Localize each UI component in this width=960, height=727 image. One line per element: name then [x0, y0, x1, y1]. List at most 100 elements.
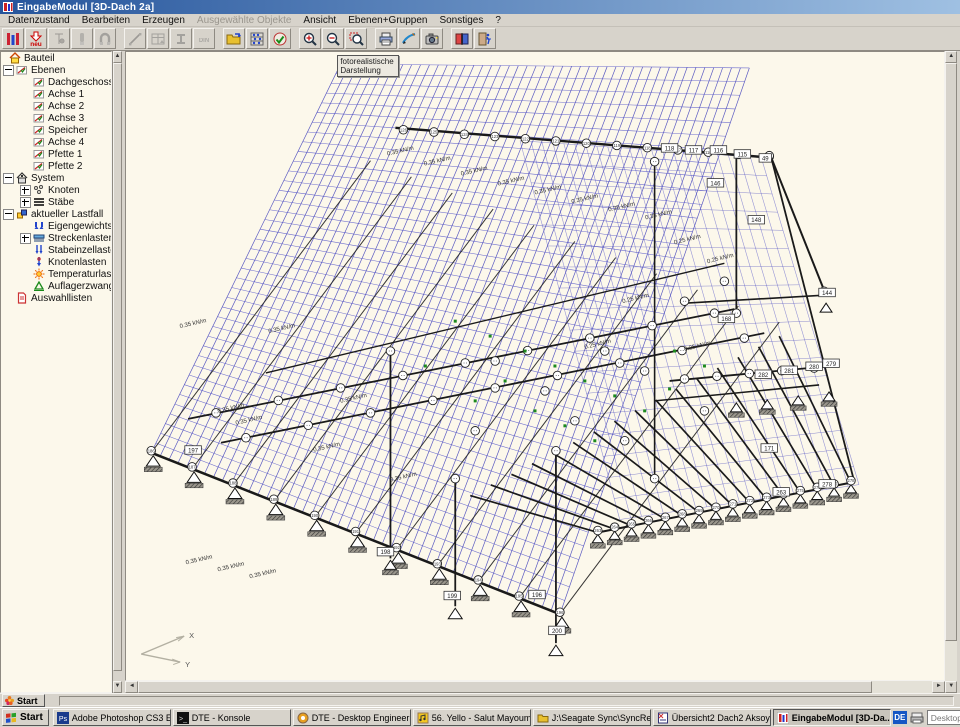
- taskbar-task-doc[interactable]: Übersicht2 Dach2 Aksoy ...: [653, 709, 771, 726]
- menu-sonstiges[interactable]: Sonstiges: [433, 15, 489, 26]
- taskbar-task-dte[interactable]: DTE - Desktop Engineeri...: [293, 709, 411, 726]
- fangen-button[interactable]: [94, 28, 116, 49]
- canvas-hscrollbar[interactable]: ◄ ►: [125, 681, 945, 693]
- svg-text:187: 187: [189, 464, 197, 469]
- canvas-scroll-left[interactable]: ◄: [125, 681, 138, 693]
- windows-logo-icon: [5, 712, 17, 724]
- tree-item-knoten[interactable]: Knoten: [1, 184, 111, 196]
- beenden-button[interactable]: [474, 28, 496, 49]
- tree-expander[interactable]: [20, 197, 31, 208]
- taskbar-task-folder[interactable]: J:\Seagate Sync\SyncRe...: [533, 709, 651, 726]
- tree-item-dachgeschoss[interactable]: Dachgeschoss: [1, 76, 111, 88]
- svg-text:126: 126: [400, 127, 408, 132]
- datenzustand-button[interactable]: [2, 28, 24, 49]
- projekt-oeffnen-button[interactable]: [223, 28, 245, 49]
- tree-item-label: Pfette 2: [48, 161, 82, 172]
- taskbar: Start PsAdobe Photoshop CS3 E...>_DTE - …: [0, 707, 960, 727]
- tree-item-temperaturlasten[interactable]: Temperaturlasten: [1, 268, 111, 280]
- menu-erzeugen[interactable]: Erzeugen: [136, 15, 191, 26]
- language-indicator[interactable]: DE: [893, 711, 907, 724]
- printer-tray-icon[interactable]: [910, 712, 924, 724]
- tree-item-speicher[interactable]: Speicher: [1, 124, 111, 136]
- tree-item-auswahllisten[interactable]: Auswahllisten: [1, 292, 111, 304]
- zoom-out-button[interactable]: [322, 28, 344, 49]
- canvas-scroll-down[interactable]: ▼: [945, 681, 957, 693]
- svg-text:146: 146: [711, 181, 722, 187]
- foto-button[interactable]: [421, 28, 443, 49]
- svg-text:0.35 kN/m: 0.35 kN/m: [217, 561, 245, 573]
- canvas-scroll-right[interactable]: ►: [932, 681, 945, 693]
- taskbar-task-ps[interactable]: PsAdobe Photoshop CS3 E...: [53, 709, 171, 726]
- tree-item-aktueller-lastfall[interactable]: aktueller Lastfall: [1, 208, 111, 220]
- knotenlast-icon: [33, 256, 45, 268]
- svg-text:0.25 kN/m: 0.25 kN/m: [674, 234, 702, 246]
- tree-item-system[interactable]: System: [1, 172, 111, 184]
- taskbar-task-note[interactable]: 56. Yello - Salut Mayoum...: [413, 709, 531, 726]
- tree-item-ebenen[interactable]: Ebenen: [1, 64, 111, 76]
- secondary-start-button[interactable]: Start: [2, 694, 45, 707]
- canvas-hscroll-thumb[interactable]: [138, 681, 872, 693]
- svg-text:120: 120: [583, 141, 591, 146]
- tree-item-achse-2[interactable]: Achse 2: [1, 100, 111, 112]
- menu-bearbeiten[interactable]: Bearbeiten: [76, 15, 136, 26]
- drucken-button[interactable]: [375, 28, 397, 49]
- tree-item-achse-4[interactable]: Achse 4: [1, 136, 111, 148]
- layer-icon: [16, 64, 28, 76]
- tree-item-knotenlasten[interactable]: Knotenlasten: [1, 256, 111, 268]
- profiltabelle-button[interactable]: [147, 28, 169, 49]
- desktop-search-input[interactable]: Desktop durchsuchen: [927, 710, 960, 725]
- menu-?[interactable]: ?: [489, 15, 507, 26]
- tree-expander[interactable]: [20, 185, 31, 196]
- tree-item-eigengewichtslasten[interactable]: Eigengewichtslasten: [1, 220, 111, 232]
- tree-item-streckenlasten[interactable]: Streckenlasten: [1, 232, 111, 244]
- menu-datenzustand[interactable]: Datenzustand: [2, 15, 76, 26]
- svg-text:279: 279: [826, 362, 837, 368]
- tree-item-achse-3[interactable]: Achse 3: [1, 112, 111, 124]
- stab-button[interactable]: [124, 28, 146, 49]
- menu-ansicht[interactable]: Ansicht: [297, 15, 342, 26]
- leuchte-button[interactable]: [48, 28, 70, 49]
- canvas-vscroll-thumb[interactable]: [945, 63, 957, 641]
- tree-scroll-thumb[interactable]: [113, 63, 123, 671]
- zoom-in-button[interactable]: [299, 28, 321, 49]
- printer-icon: [378, 31, 394, 47]
- zoom-fenster-button[interactable]: [345, 28, 367, 49]
- handbuch-button[interactable]: [451, 28, 473, 49]
- tree-scroll-up[interactable]: ▲: [113, 51, 123, 63]
- canvas-vscrollbar[interactable]: ▲ ▼: [945, 51, 957, 693]
- pruefen-button[interactable]: [269, 28, 291, 49]
- window-title: EingabeModul [3D-Dach 2a]: [17, 2, 154, 13]
- tree-item-pfette-1[interactable]: Pfette 1: [1, 148, 111, 160]
- svg-text:>_: >_: [179, 716, 187, 723]
- tree-item-auflagerzwangsverf[interactable]: Auflagerzwangsverf: [1, 280, 111, 292]
- tree-item-bauteil[interactable]: Bauteil: [1, 52, 111, 64]
- start-button[interactable]: Start: [2, 709, 49, 726]
- neu-button[interactable]: neu: [25, 28, 47, 49]
- din-button[interactable]: DIN: [193, 28, 215, 49]
- taskbar-task-eingabe[interactable]: EingabeModul [3D-Da...: [773, 709, 891, 726]
- project-tree-panel: BauteilEbenenDachgeschossAchse 1Achse 2A…: [0, 51, 112, 693]
- tree-expander[interactable]: [3, 209, 14, 220]
- tree-item-stabeinzellasten[interactable]: Stabeinzellasten: [1, 244, 111, 256]
- tree-item-achse-1[interactable]: Achse 1: [1, 88, 111, 100]
- loeschen-button[interactable]: [71, 28, 93, 49]
- tree-item-pfette-2[interactable]: Pfette 2: [1, 160, 111, 172]
- menu-ebenen-gruppen[interactable]: Ebenen+Gruppen: [342, 15, 433, 26]
- canvas-scroll-up[interactable]: ▲: [945, 51, 957, 63]
- zeichnen-button[interactable]: [398, 28, 420, 49]
- tree-item-label: Bauteil: [24, 53, 55, 64]
- svg-text:123: 123: [492, 134, 500, 139]
- tree-expander[interactable]: [3, 173, 14, 184]
- querschnitt-button[interactable]: [170, 28, 192, 49]
- tree-scrollbar[interactable]: ▲ ▼: [112, 51, 123, 693]
- berechnung-button[interactable]: [246, 28, 268, 49]
- tree-expander[interactable]: [3, 65, 14, 76]
- tree-scroll-down[interactable]: ▼: [113, 681, 123, 693]
- taskbar-task-console[interactable]: >_DTE - Konsole: [173, 709, 291, 726]
- tree-expander[interactable]: [20, 233, 31, 244]
- drawing-canvas[interactable]: 1261251241231221211201191181171161154918…: [125, 51, 945, 681]
- svg-text:119: 119: [614, 143, 621, 148]
- display-mode-label[interactable]: fotorealistische Darstellung: [337, 55, 399, 77]
- note-icon: [417, 712, 429, 724]
- tree-item-stäbe[interactable]: Stäbe: [1, 196, 111, 208]
